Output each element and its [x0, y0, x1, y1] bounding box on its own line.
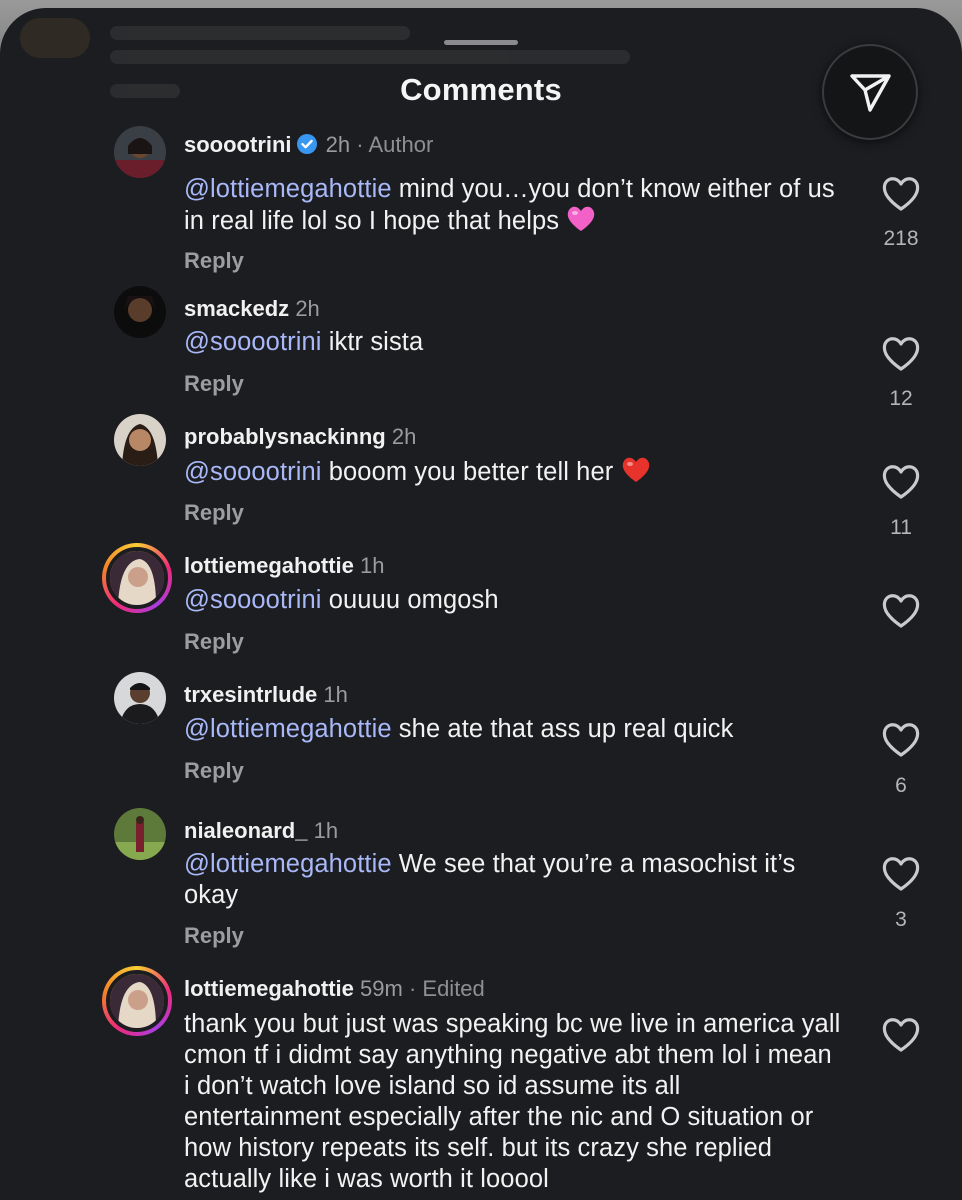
comment-header: trxesintrlude 1h — [184, 682, 348, 708]
mention-link[interactable]: @lottiemegahottie — [184, 850, 392, 878]
like-count: 218 — [883, 227, 919, 250]
username[interactable]: lottiemegahottie — [184, 553, 354, 578]
avatar[interactable] — [114, 126, 166, 178]
like-count: 11 — [890, 516, 912, 539]
comment-header: smackedz 2h — [184, 296, 320, 322]
reply-button[interactable]: Reply — [184, 923, 244, 949]
author-label: · Author — [356, 132, 434, 157]
reply-button[interactable]: Reply — [184, 758, 244, 784]
username[interactable]: lottiemegahottie — [184, 976, 354, 1001]
avatar[interactable] — [114, 808, 166, 860]
username[interactable]: smackedz — [184, 296, 289, 321]
username[interactable]: probablysnackinng — [184, 424, 386, 449]
mention-link[interactable]: @lottiemegahottie — [184, 175, 392, 203]
red-heart-icon — [621, 456, 651, 492]
avatar-story-ring[interactable] — [102, 966, 172, 1036]
send-icon — [850, 74, 891, 112]
sheet-title: Comments — [400, 72, 562, 107]
username[interactable]: trxesintrlude — [184, 682, 317, 707]
mention-link[interactable]: @sooootrini — [184, 458, 322, 486]
mention-link[interactable]: @lottiemegahottie — [184, 715, 392, 743]
comment-text: @lottiemegahottie mind you…you don’t kno… — [184, 174, 844, 241]
heart-icon[interactable] — [880, 333, 922, 373]
comment-text: @lottiemegahottie We see that you’re a m… — [184, 850, 796, 909]
comment-text: thank you but just was speaking bc we li… — [184, 1010, 841, 1193]
heart-icon[interactable] — [880, 1014, 922, 1054]
comment-header: sooootrini 2h · Author — [184, 132, 433, 161]
avatar[interactable] — [114, 414, 166, 466]
heart-icon[interactable] — [880, 590, 922, 630]
comment-header: lottiemegahottie 1h — [184, 553, 385, 579]
comment-text: @sooootrini booom you better tell her — [184, 456, 844, 492]
comment-text: @sooootrini ouuuu omgosh — [184, 586, 499, 614]
heart-icon[interactable] — [880, 173, 922, 213]
timestamp: 1h — [360, 553, 385, 578]
reply-button[interactable]: Reply — [184, 371, 244, 397]
avatar[interactable] — [114, 672, 166, 724]
avatar[interactable] — [114, 286, 166, 338]
username[interactable]: sooootrini — [184, 132, 292, 157]
timestamp: 2h — [295, 296, 320, 321]
timestamp: 1h — [313, 818, 339, 843]
pink-heart-icon — [566, 205, 596, 241]
timestamp: 59m — [360, 976, 403, 1001]
comment-text: @sooootrini iktr sista — [184, 328, 424, 356]
edited-label: · Edited — [408, 976, 485, 1001]
mention-link[interactable]: @sooootrini — [184, 328, 322, 356]
reply-button[interactable]: Reply — [184, 629, 244, 655]
timestamp: 2h — [391, 424, 417, 449]
username[interactable]: nialeonard_ — [184, 818, 307, 843]
avatar-story-ring[interactable] — [102, 543, 172, 613]
verified-badge-icon — [296, 133, 318, 161]
timestamp: 2h — [325, 132, 351, 157]
reply-button[interactable]: Reply — [184, 500, 244, 526]
drag-handle[interactable] — [444, 40, 518, 45]
reply-button[interactable]: Reply — [184, 248, 244, 274]
comments-sheet: Comments sooootrini 2h · Author @lottiem… — [0, 8, 962, 1200]
heart-icon[interactable] — [880, 719, 922, 759]
comment-header: probablysnackinng 2h — [184, 424, 416, 450]
comment-text: @lottiemegahottie she ate that ass up re… — [184, 715, 734, 743]
like-count: 3 — [895, 908, 907, 931]
heart-icon[interactable] — [880, 853, 922, 893]
comment-header: nialeonard_ 1h — [184, 818, 338, 844]
like-count: 6 — [895, 774, 907, 797]
mention-link[interactable]: @sooootrini — [184, 586, 322, 614]
like-count: 12 — [889, 387, 913, 410]
heart-icon[interactable] — [880, 461, 922, 501]
comment-header: lottiemegahottie 59m · Edited — [184, 976, 485, 1002]
timestamp: 1h — [323, 682, 348, 707]
share-button[interactable] — [822, 44, 918, 140]
